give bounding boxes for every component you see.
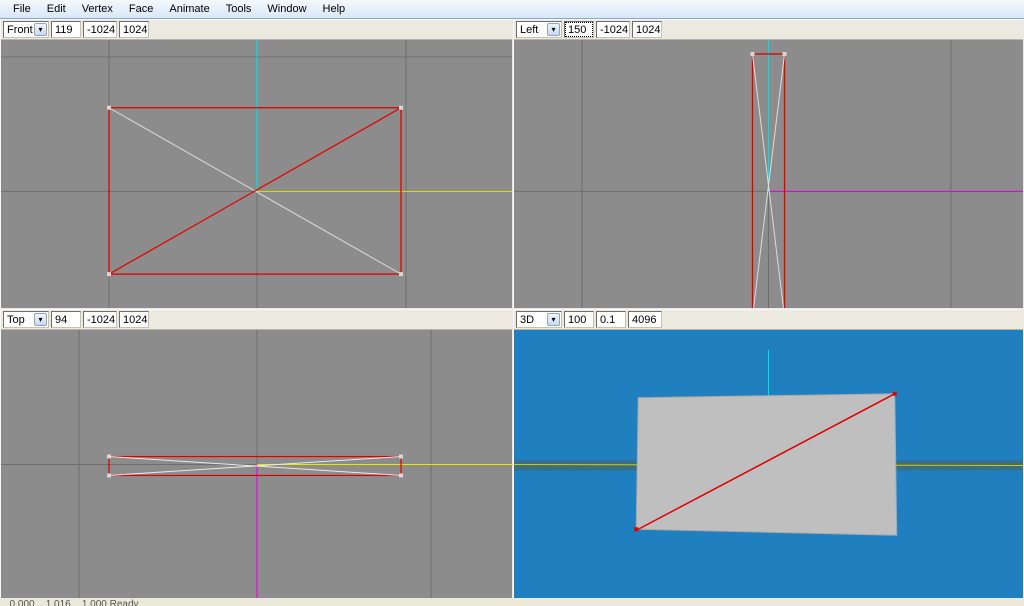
front-field-1[interactable]: 119 — [51, 21, 81, 38]
persp-field-2[interactable]: 0.1 — [596, 311, 626, 328]
front-field-3[interactable]: 1024 — [119, 21, 149, 38]
pane-front: Front ▾ 119 -1024 1024 — [0, 19, 513, 309]
view-select-left-label: Left — [520, 24, 538, 36]
chevron-down-icon: ▾ — [547, 23, 560, 36]
top-field-2[interactable]: -1024 — [83, 311, 117, 328]
persp-field-3[interactable]: 4096 — [628, 311, 662, 328]
menu-vertex[interactable]: Vertex — [75, 1, 120, 17]
viewport-left[interactable] — [514, 40, 1023, 308]
menu-bar: File Edit Vertex Face Animate Tools Wind… — [0, 0, 1024, 19]
pane-front-bar: Front ▾ 119 -1024 1024 — [1, 20, 512, 40]
top-field-3[interactable]: 1024 — [119, 311, 149, 328]
menu-face[interactable]: Face — [122, 1, 160, 17]
menu-file[interactable]: File — [6, 1, 38, 17]
pane-top-bar: Top ▾ 94 -1024 1024 — [1, 310, 512, 330]
viewport-grid: Front ▾ 119 -1024 1024 — [0, 19, 1024, 599]
pane-left-bar: Left ▾ 150 -1024 1024 — [514, 20, 1023, 40]
view-select-3d-label: 3D — [520, 314, 534, 326]
view-select-top[interactable]: Top ▾ — [3, 311, 49, 328]
view-select-3d[interactable]: 3D ▾ — [516, 311, 562, 328]
menu-window[interactable]: Window — [260, 1, 313, 17]
view-select-left[interactable]: Left ▾ — [516, 21, 562, 38]
view-select-top-label: Top — [7, 314, 25, 326]
left-field-1[interactable]: 150 — [564, 21, 594, 38]
menu-animate[interactable]: Animate — [162, 1, 216, 17]
pane-3d-bar: 3D ▾ 100 0.1 4096 — [514, 310, 1023, 330]
chevron-down-icon: ▾ — [34, 23, 47, 36]
viewport-3d[interactable] — [514, 330, 1023, 598]
viewport-top[interactable] — [1, 330, 512, 598]
left-field-2[interactable]: -1024 — [596, 21, 630, 38]
left-field-3[interactable]: 1024 — [632, 21, 662, 38]
menu-tools[interactable]: Tools — [219, 1, 259, 17]
chevron-down-icon: ▾ — [547, 313, 560, 326]
viewport-front[interactable] — [1, 40, 512, 308]
status-text: ..0.000 .. 1.016 .. 1.000 Ready — [4, 599, 139, 606]
chevron-down-icon: ▾ — [34, 313, 47, 326]
pane-top: Top ▾ 94 -1024 1024 — [0, 309, 513, 599]
persp-field-1[interactable]: 100 — [564, 311, 594, 328]
top-field-1[interactable]: 94 — [51, 311, 81, 328]
view-select-front[interactable]: Front ▾ — [3, 21, 49, 38]
menu-edit[interactable]: Edit — [40, 1, 73, 17]
pane-3d: 3D ▾ 100 0.1 4096 — [513, 309, 1024, 599]
menu-help[interactable]: Help — [316, 1, 353, 17]
front-field-2[interactable]: -1024 — [83, 21, 117, 38]
status-bar: ..0.000 .. 1.016 .. 1.000 Ready — [0, 599, 1024, 606]
pane-left: Left ▾ 150 -1024 1024 — [513, 19, 1024, 309]
view-select-front-label: Front — [7, 24, 33, 36]
